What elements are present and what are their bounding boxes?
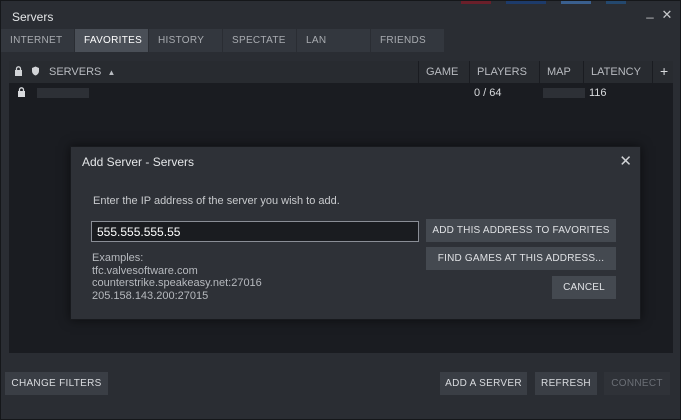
close-icon[interactable]: ✕ [659, 7, 675, 23]
row-latency: 116 [589, 87, 607, 99]
tab-lan[interactable]: LAN [297, 29, 371, 52]
add-server-dialog: Add Server - Servers ✕ Enter the IP addr… [70, 146, 641, 320]
column-servers-label: SERVERS [49, 66, 102, 78]
dialog-title: Add Server - Servers [82, 155, 195, 169]
server-list-header: SERVERS ▲ GAME PLAYERS MAP LATENCY + [9, 61, 673, 83]
map-name-redacted [543, 88, 585, 98]
servers-window: Servers _ ✕ INTERNET FAVORITES HISTORY S… [0, 0, 681, 420]
server-name-redacted [37, 88, 89, 98]
dialog-cancel-button[interactable]: CANCEL [552, 276, 616, 299]
password-lock-icon[interactable] [14, 66, 26, 78]
add-column-icon[interactable]: + [652, 61, 673, 83]
tab-friends[interactable]: FRIENDS [371, 29, 445, 52]
tab-history[interactable]: HISTORY [149, 29, 223, 52]
column-game[interactable]: GAME [418, 61, 469, 83]
examples-label: Examples: [92, 252, 144, 264]
row-players: 0 / 64 [474, 87, 502, 99]
add-to-favorites-button[interactable]: ADD THIS ADDRESS TO FAVORITES [426, 219, 616, 242]
change-filters-button[interactable]: CHANGE FILTERS [5, 372, 108, 395]
find-games-button[interactable]: FIND GAMES AT THIS ADDRESS... [426, 247, 616, 270]
tab-bar: INTERNET FAVORITES HISTORY SPECTATE LAN … [1, 29, 681, 52]
row-lock-icon [17, 87, 29, 99]
minimize-icon[interactable]: _ [642, 4, 658, 20]
connect-button[interactable]: CONNECT [604, 372, 670, 395]
example-address: counterstrike.speakeasy.net:27016 [92, 277, 262, 289]
refresh-button[interactable]: REFRESH [535, 372, 597, 395]
tab-internet[interactable]: INTERNET [1, 29, 75, 52]
server-row[interactable]: 0 / 64 116 [9, 84, 673, 102]
column-players[interactable]: PLAYERS [469, 61, 539, 83]
example-address: tfc.valvesoftware.com [92, 264, 198, 277]
title-bar: Servers _ ✕ [1, 1, 680, 29]
add-server-button[interactable]: ADD A SERVER [440, 372, 527, 395]
dialog-close-icon[interactable]: ✕ [619, 152, 632, 170]
example-address: 205.158.143.200:27015 [92, 289, 209, 302]
column-latency[interactable]: LATENCY [583, 61, 652, 83]
sort-ascending-icon: ▲ [107, 68, 116, 77]
tab-favorites[interactable]: FAVORITES [75, 29, 149, 52]
window-title: Servers [12, 10, 54, 24]
tab-spectate[interactable]: SPECTATE [223, 29, 297, 52]
column-servers[interactable]: SERVERS ▲ [42, 61, 419, 83]
column-map[interactable]: MAP [539, 61, 583, 83]
dialog-prompt: Enter the IP address of the server you w… [93, 195, 340, 207]
examples-block: Examples: tfc.valvesoftware.com counters… [92, 252, 262, 302]
ip-address-input[interactable] [91, 221, 419, 242]
